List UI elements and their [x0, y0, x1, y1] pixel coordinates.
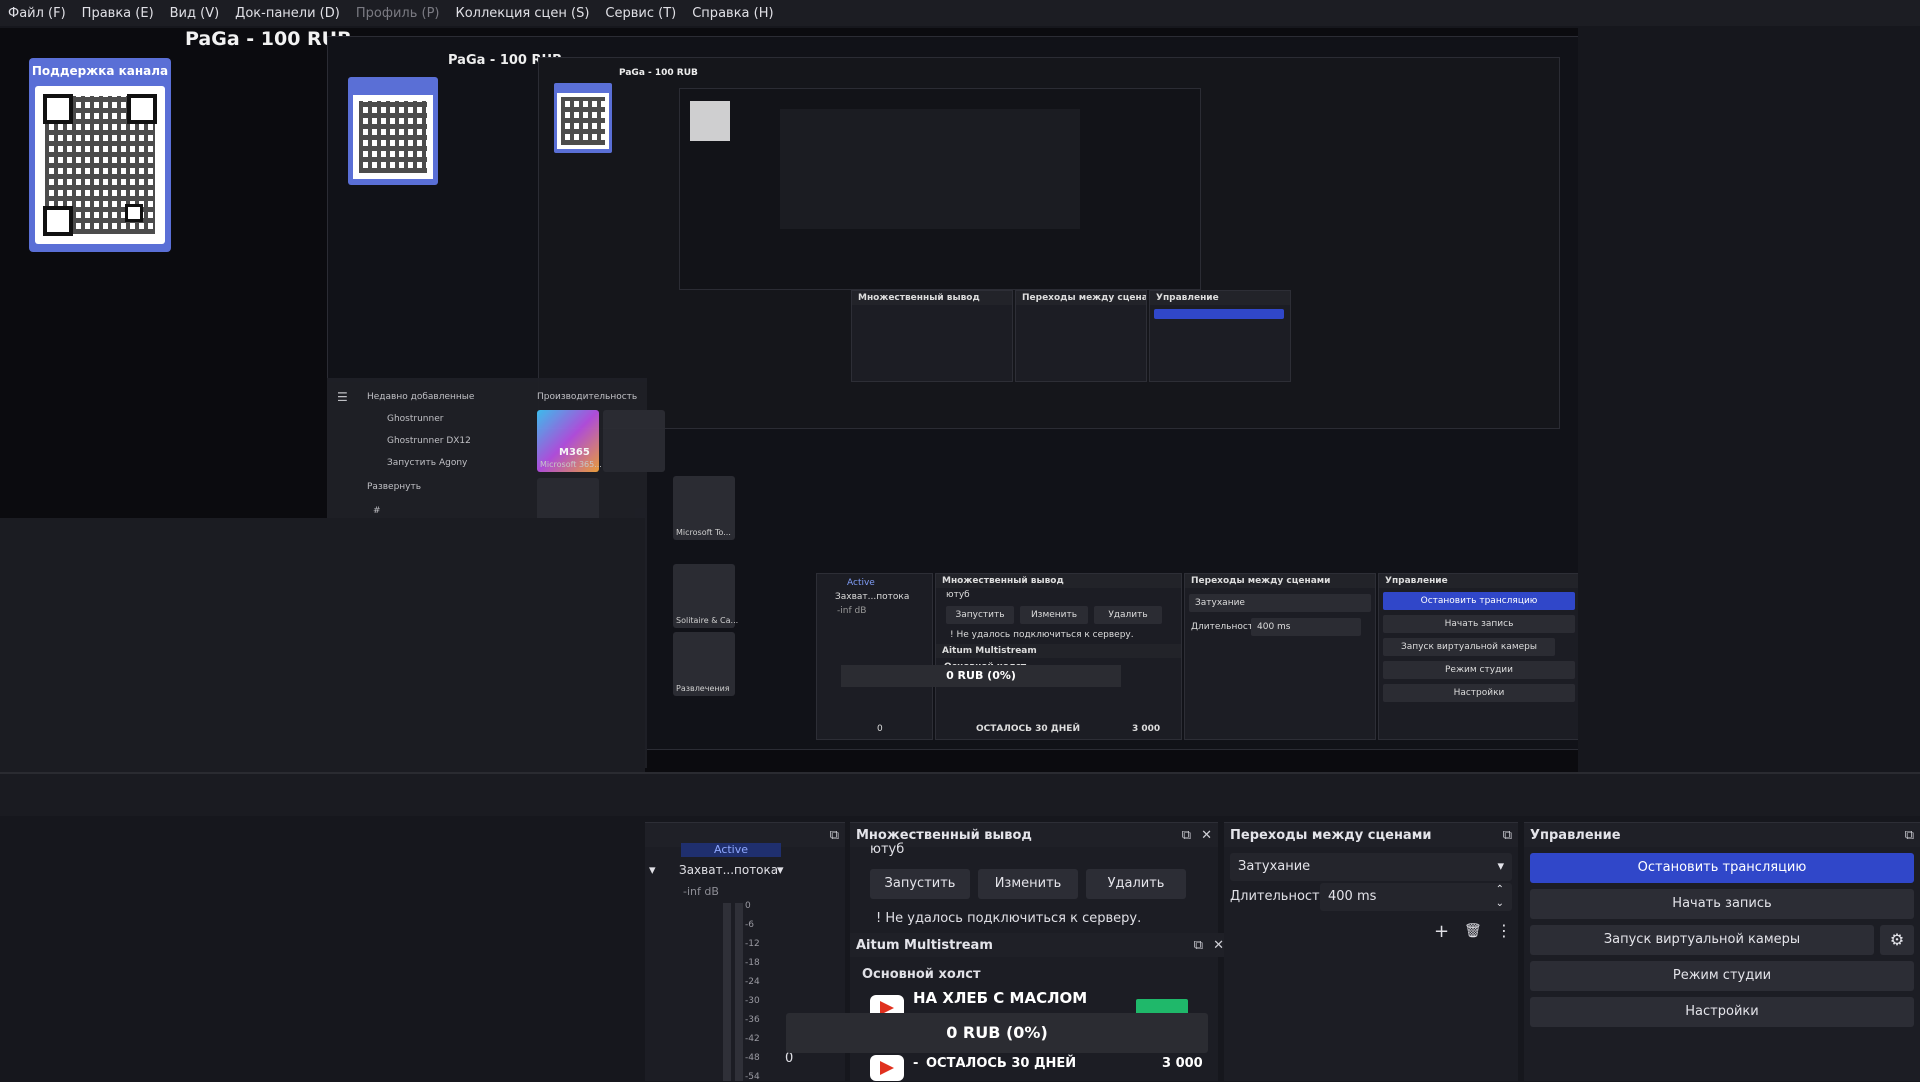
menu-scene-collection[interactable]: Коллекция сцен (S)	[447, 6, 597, 21]
multi-output-title: Множественный вывод	[856, 827, 1032, 843]
controls-title: Управление	[1530, 827, 1621, 843]
goal2-prefix: -	[913, 1056, 919, 1071]
db-tick-label: 0	[745, 901, 751, 911]
goal2-text: ОСТАЛОСЬ 30 ДНЕЙ	[926, 1056, 1077, 1071]
controls-dock: Управление ⧉ Остановить трансляцию Начать…	[1524, 822, 1920, 1081]
nested-preview-2: PaGa - 100 RUB Множественный вывод Перех…	[538, 57, 1560, 429]
nested-multi-output-head: Множественный вывод	[852, 291, 1012, 305]
duration-input[interactable]: 400 ms ⌃ ⌄	[1320, 883, 1512, 911]
qr-card-title: Поддержка канала	[31, 64, 169, 78]
add-icon[interactable]: +	[1434, 921, 1449, 942]
preview-dark-region	[0, 518, 645, 772]
nested-controls: Управление Остановить трансляцию Начать …	[1378, 573, 1578, 740]
start-output-button[interactable]: Запустить	[870, 869, 970, 899]
settings-button[interactable]: Настройки	[1530, 997, 1914, 1027]
hamburger-icon: ☰	[337, 390, 348, 404]
delete-output-button[interactable]: Удалить	[1086, 869, 1186, 899]
nested-transitions: Переходы между сценами Затухание Длитель…	[1184, 573, 1376, 740]
db-tick-label: -24	[745, 977, 760, 987]
transition-select[interactable]: Затухание ▾	[1230, 853, 1512, 881]
toolbar-strip	[0, 774, 1920, 816]
mixer-meter	[723, 903, 731, 1081]
donation-progress: 0 RUB (0%)	[786, 1013, 1208, 1053]
goal2-amount: 3 000	[1162, 1056, 1203, 1071]
spin-down-icon[interactable]: ⌄	[1496, 890, 1504, 918]
db-tick-label: -12	[745, 939, 760, 949]
nested-mixer: Active Захват...потока -inf dB 0	[816, 573, 933, 740]
db-tick-label: -42	[745, 1034, 760, 1044]
mixer-active-badge: Active	[681, 843, 781, 857]
close-icon[interactable]: ✕	[1201, 828, 1212, 843]
youtube-icon	[870, 1055, 904, 1081]
nested-progress: 0 RUB (0%)	[841, 665, 1121, 687]
tile-m365: M365 Microsoft 365...	[537, 410, 602, 472]
menu-tools[interactable]: Сервис (T)	[597, 6, 684, 21]
gear-icon[interactable]: ⚙	[1880, 925, 1914, 955]
nested-title-2: PaGa - 100 RUB	[619, 68, 698, 78]
menu-help[interactable]: Справка (H)	[684, 6, 781, 21]
mixer-source-arrow-icon[interactable]: ▾	[777, 863, 784, 878]
goal1-text: НА ХЛЕБ С МАСЛОМ	[913, 989, 1088, 1007]
nested-transitions-head: Переходы между сценами	[1016, 291, 1146, 305]
studio-mode-button[interactable]: Режим студии	[1530, 961, 1914, 991]
nested-multi-output: Множественный вывод ютуб Запустить Измен…	[935, 573, 1182, 740]
stop-stream-button[interactable]: Остановить трансляцию	[1530, 853, 1914, 883]
qr-card: Поддержка канала	[29, 58, 171, 252]
preview-canvas[interactable]: PaGa - 100 RUB Поддержка канала PaGa - 1…	[0, 28, 1578, 772]
mixer-volume-value: 0	[785, 1051, 794, 1066]
start-record-button[interactable]: Начать запись	[1530, 889, 1914, 919]
nested-controls-head: Управление	[1150, 291, 1290, 305]
menu-file[interactable]: Файл (F)	[0, 6, 74, 21]
multi-output-target: ютуб	[870, 842, 905, 857]
trash-icon[interactable]: 🗑	[1464, 923, 1482, 939]
float-icon[interactable]: ⧉	[1503, 828, 1512, 843]
aitum-head: Aitum Multistream ⧉ ✕	[850, 933, 1230, 957]
db-tick-label: -6	[745, 920, 754, 930]
qr-code	[35, 86, 165, 244]
scene-transitions-dock: Переходы между сценами ⧉ Затухание ▾ Длите…	[1224, 822, 1518, 1081]
edit-output-button[interactable]: Изменить	[978, 869, 1078, 899]
tile-solitaire: Solitaire & Ca...	[673, 564, 738, 628]
menu-edit[interactable]: Правка (E)	[74, 6, 162, 21]
more-icon[interactable]: ⋮	[1496, 921, 1512, 940]
mixer-meter-right	[735, 903, 743, 1081]
close-icon[interactable]: ✕	[1213, 938, 1224, 953]
db-tick-label: -30	[745, 996, 760, 1006]
aitum-canvas-label: Основной холст	[862, 967, 981, 982]
float-icon[interactable]: ⧉	[830, 828, 839, 843]
float-icon[interactable]: ⧉	[1905, 828, 1914, 843]
transitions-title: Переходы между сценами	[1230, 827, 1432, 843]
float-icon[interactable]: ⧉	[1182, 828, 1191, 843]
db-tick-label: -36	[745, 1015, 760, 1025]
menu-bar: Файл (F) Правка (E) Вид (V) Док-панели (…	[0, 0, 1920, 26]
mixer-source-name: Захват...потока	[679, 863, 779, 877]
virtual-camera-button[interactable]: Запуск виртуальной камеры	[1530, 925, 1874, 955]
nested-qr-1	[348, 77, 438, 185]
duration-label: Длительность	[1230, 889, 1328, 904]
menu-profile[interactable]: Профиль (P)	[348, 6, 448, 21]
float-icon[interactable]: ⧉	[1194, 938, 1203, 953]
db-tick-label: -48	[745, 1053, 760, 1063]
db-tick-label: -54	[745, 1072, 760, 1082]
menu-view[interactable]: Вид (V)	[162, 6, 228, 21]
mixer-db: -inf dB	[683, 885, 719, 898]
tile-todo: Microsoft To...	[673, 476, 735, 540]
db-tick-label: -18	[745, 958, 760, 968]
mixer-dropdown-arrow[interactable]: ▾	[649, 863, 656, 878]
tile-entertainment: Развлечения	[673, 632, 735, 696]
output-error-text: ! Не удалось подключиться к серверу.	[876, 911, 1142, 926]
menu-docks[interactable]: Док-панели (D)	[227, 6, 348, 21]
